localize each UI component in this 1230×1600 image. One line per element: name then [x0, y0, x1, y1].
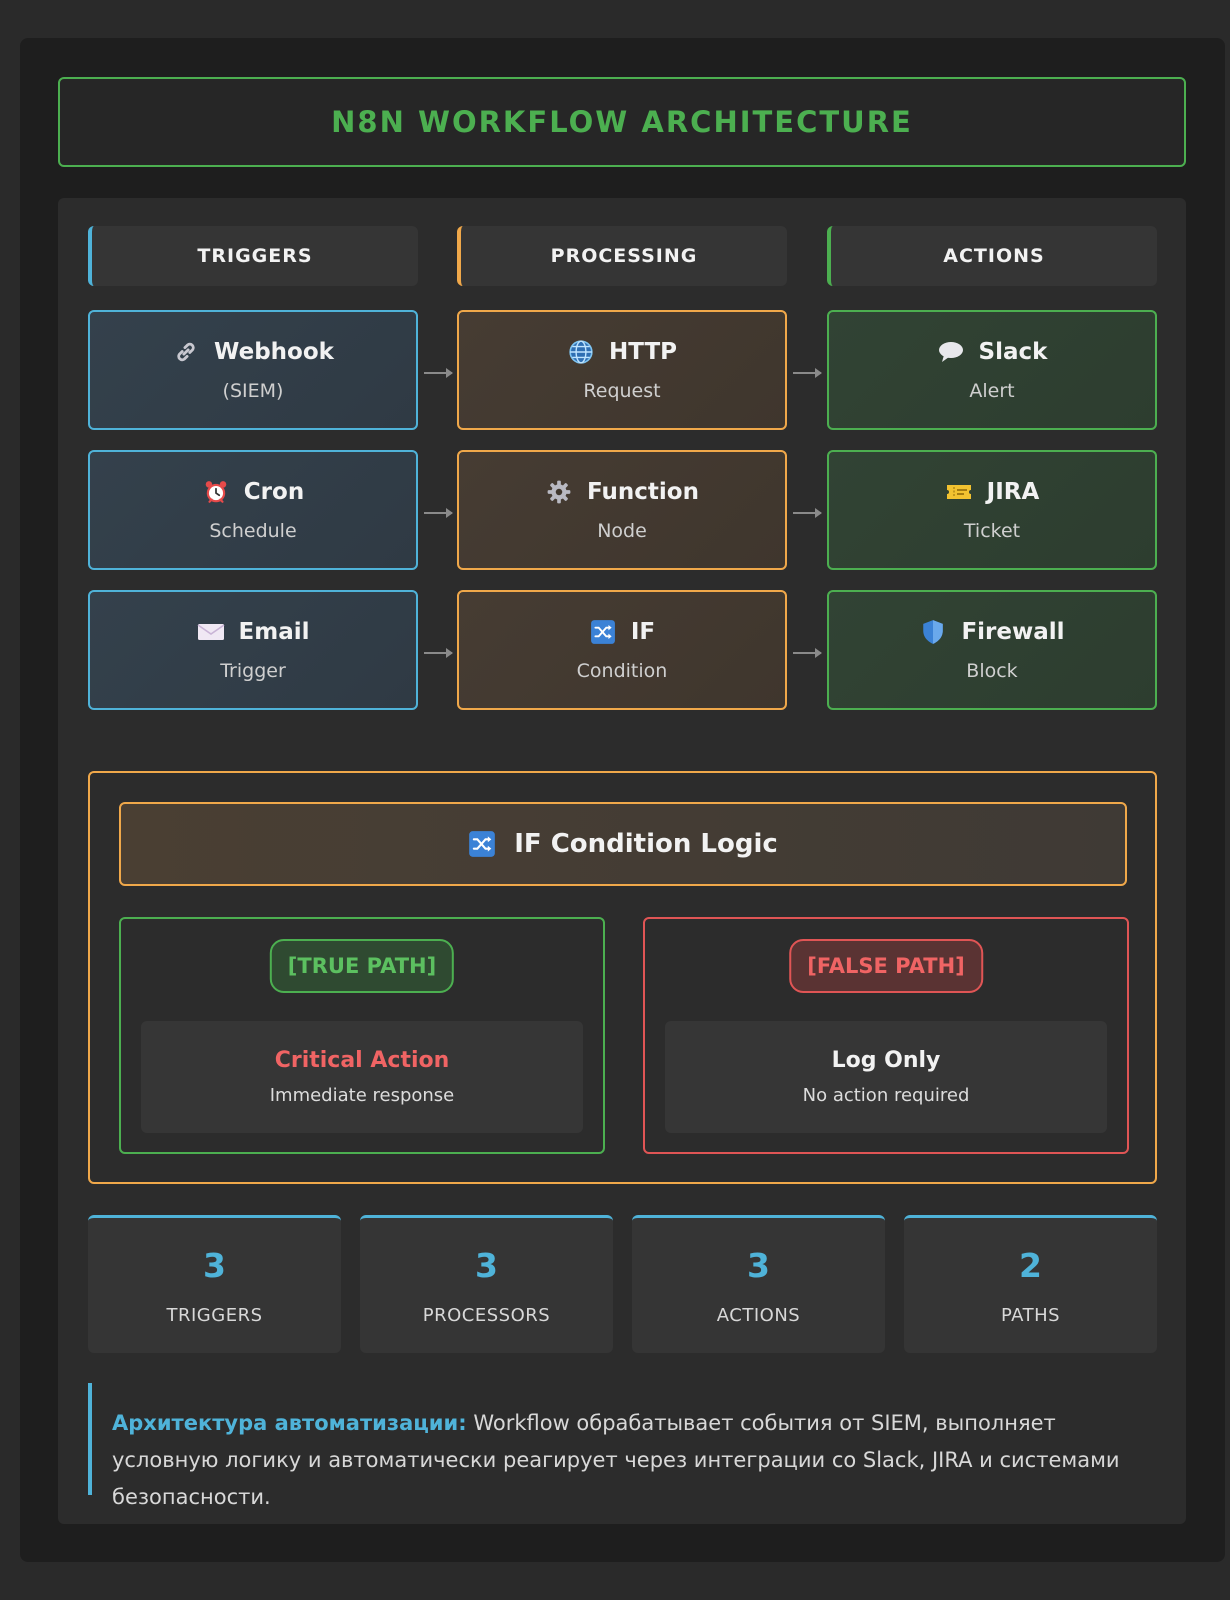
stat-label: TRIGGERS [166, 1304, 263, 1326]
stat-label: PATHS [1000, 1304, 1061, 1326]
stat-label: ACTIONS [716, 1304, 801, 1326]
true-path-description: Immediate response [269, 1085, 455, 1106]
node-http: HTTP Request [457, 310, 787, 430]
node-subtitle: Ticket [963, 520, 1021, 542]
if-logic-panel: IF Condition Logic [TRUE PATH] Critical … [88, 771, 1157, 1184]
true-path-card: Critical Action Immediate response [141, 1021, 583, 1133]
false-path-heading: Log Only [831, 1048, 941, 1073]
link-icon [172, 338, 200, 366]
node-title: Function [586, 479, 699, 505]
node-subtitle: Block [966, 660, 1018, 682]
gear-icon [545, 478, 573, 506]
false-path-description: No action required [802, 1085, 970, 1106]
shuffle-icon [589, 618, 617, 646]
node-subtitle: Request [583, 380, 661, 402]
node-title: Email [238, 619, 310, 645]
true-path-box: [TRUE PATH] Critical Action Immediate re… [119, 917, 605, 1154]
shuffle-icon [468, 830, 496, 858]
arrow-icon [424, 648, 453, 658]
false-path-box: [FALSE PATH] Log Only No action required [643, 917, 1129, 1154]
false-path-badge: [FALSE PATH] [789, 939, 983, 993]
stat-value: 3 [203, 1245, 226, 1285]
arrow-icon [793, 368, 822, 378]
stat-actions: 3 ACTIONS [632, 1215, 885, 1353]
node-title: IF [630, 619, 656, 645]
envelope-icon [197, 618, 225, 646]
shield-icon [919, 618, 947, 646]
stat-triggers: 3 TRIGGERS [88, 1215, 341, 1353]
node-subtitle: Alert [969, 380, 1015, 402]
stat-value: 3 [475, 1245, 498, 1285]
globe-icon [567, 338, 595, 366]
title-banner: N8N WORKFLOW ARCHITECTURE [58, 77, 1186, 167]
arrow-icon [793, 648, 822, 658]
main-panel: TRIGGERS PROCESSING ACTIONS Webhook (SIE… [58, 198, 1186, 1524]
stat-processors: 3 PROCESSORS [360, 1215, 613, 1353]
node-title: Cron [243, 479, 305, 505]
alarm-clock-icon [202, 478, 230, 506]
column-header-processing: PROCESSING [457, 226, 787, 286]
node-firewall: Firewall Block [827, 590, 1157, 710]
column-header-actions: ACTIONS [827, 226, 1157, 286]
true-path-heading: Critical Action [274, 1048, 450, 1073]
arrow-icon [793, 508, 822, 518]
node-title: Firewall [961, 619, 1065, 645]
diagram-frame: N8N WORKFLOW ARCHITECTURE TRIGGERS PROCE… [20, 38, 1225, 1562]
speech-bubble-icon [937, 338, 965, 366]
node-subtitle: Schedule [209, 520, 297, 542]
stat-label: PROCESSORS [422, 1304, 551, 1326]
page-title: N8N WORKFLOW ARCHITECTURE [331, 105, 913, 139]
architecture-note: Архитектура автоматизации: Workflow обра… [88, 1383, 1157, 1509]
node-jira: JIRA Ticket [827, 450, 1157, 570]
if-logic-header: IF Condition Logic [119, 802, 1127, 886]
node-subtitle: Condition [576, 660, 668, 682]
column-header-triggers: TRIGGERS [88, 226, 418, 286]
node-if: IF Condition [457, 590, 787, 710]
note-lead: Архитектура автоматизации: [112, 1411, 467, 1435]
node-title: HTTP [608, 339, 677, 365]
node-title: Slack [978, 339, 1048, 365]
node-title: JIRA [986, 479, 1040, 505]
false-path-card: Log Only No action required [665, 1021, 1107, 1133]
arrow-icon [424, 508, 453, 518]
stat-value: 3 [747, 1245, 770, 1285]
ticket-icon [945, 478, 973, 506]
if-logic-title: IF Condition Logic [514, 829, 778, 859]
node-subtitle: Node [597, 520, 647, 542]
true-path-badge: [TRUE PATH] [269, 939, 455, 993]
arrow-icon [424, 368, 453, 378]
node-cron: Cron Schedule [88, 450, 418, 570]
stat-paths: 2 PATHS [904, 1215, 1157, 1353]
node-webhook: Webhook (SIEM) [88, 310, 418, 430]
node-subtitle: (SIEM) [222, 380, 284, 402]
node-title: Webhook [214, 339, 334, 365]
node-slack: Slack Alert [827, 310, 1157, 430]
node-subtitle: Trigger [220, 660, 286, 682]
stat-value: 2 [1019, 1245, 1042, 1285]
node-email: Email Trigger [88, 590, 418, 710]
node-function: Function Node [457, 450, 787, 570]
